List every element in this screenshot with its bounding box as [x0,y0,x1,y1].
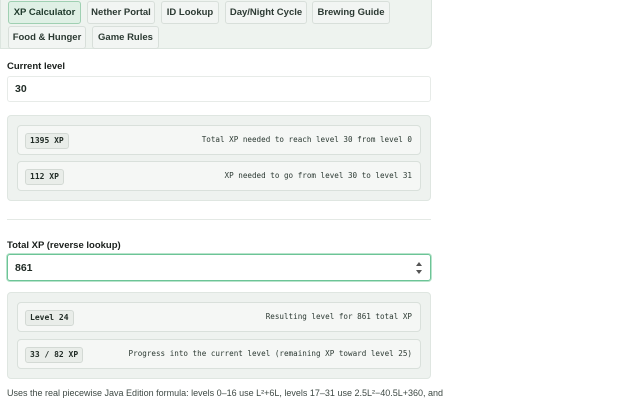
tab-food-hunger[interactable]: Food & Hunger [8,26,86,49]
stepper-down-icon[interactable] [416,270,422,274]
total-xp-results: Level 24 Resulting level for 861 total X… [7,292,431,379]
tab-game-rules[interactable]: Game Rules [92,26,159,49]
formula-footnote: Uses the real piecewise Java Edition for… [7,388,444,398]
result-row-next-level-xp: 112 XP XP needed to go from level 30 to … [17,161,421,191]
tab-day-night-cycle[interactable]: Day/Night Cycle [225,1,307,24]
tab-xp-calculator[interactable]: XP Calculator [8,1,81,24]
current-level-input[interactable] [7,76,431,102]
tab-id-lookup[interactable]: ID Lookup [161,1,219,24]
next-level-xp-description: XP needed to go from level 30 to level 3… [224,171,412,180]
total-xp-description: Total XP needed to reach level 30 from l… [201,135,412,144]
resulting-level-description: Resulting level for 861 total XP [265,312,412,321]
result-row-progress: 33 / 82 XP Progress into the current lev… [17,339,421,369]
number-stepper[interactable] [415,262,423,274]
result-row-resulting-level: Level 24 Resulting level for 861 total X… [17,302,421,332]
progress-chip: 33 / 82 XP [25,347,84,363]
result-row-total-xp: 1395 XP Total XP needed to reach level 3… [17,125,421,155]
tab-nether-portal[interactable]: Nether Portal [87,1,155,24]
section-divider [7,219,431,220]
total-xp-label: Total XP (reverse lookup) [7,240,121,251]
resulting-level-chip: Level 24 [25,310,74,326]
progress-description: Progress into the current level (remaini… [128,349,412,358]
next-level-xp-chip: 112 XP [25,169,64,185]
current-level-results: 1395 XP Total XP needed to reach level 3… [7,115,431,201]
tab-bar: XP Calculator Nether Portal ID Lookup Da… [0,0,432,49]
tab-brewing-guide[interactable]: Brewing Guide [312,1,390,24]
current-level-label: Current level [7,61,66,72]
total-xp-input[interactable] [7,254,431,281]
stepper-up-icon[interactable] [416,262,422,266]
total-xp-chip: 1395 XP [25,133,69,149]
